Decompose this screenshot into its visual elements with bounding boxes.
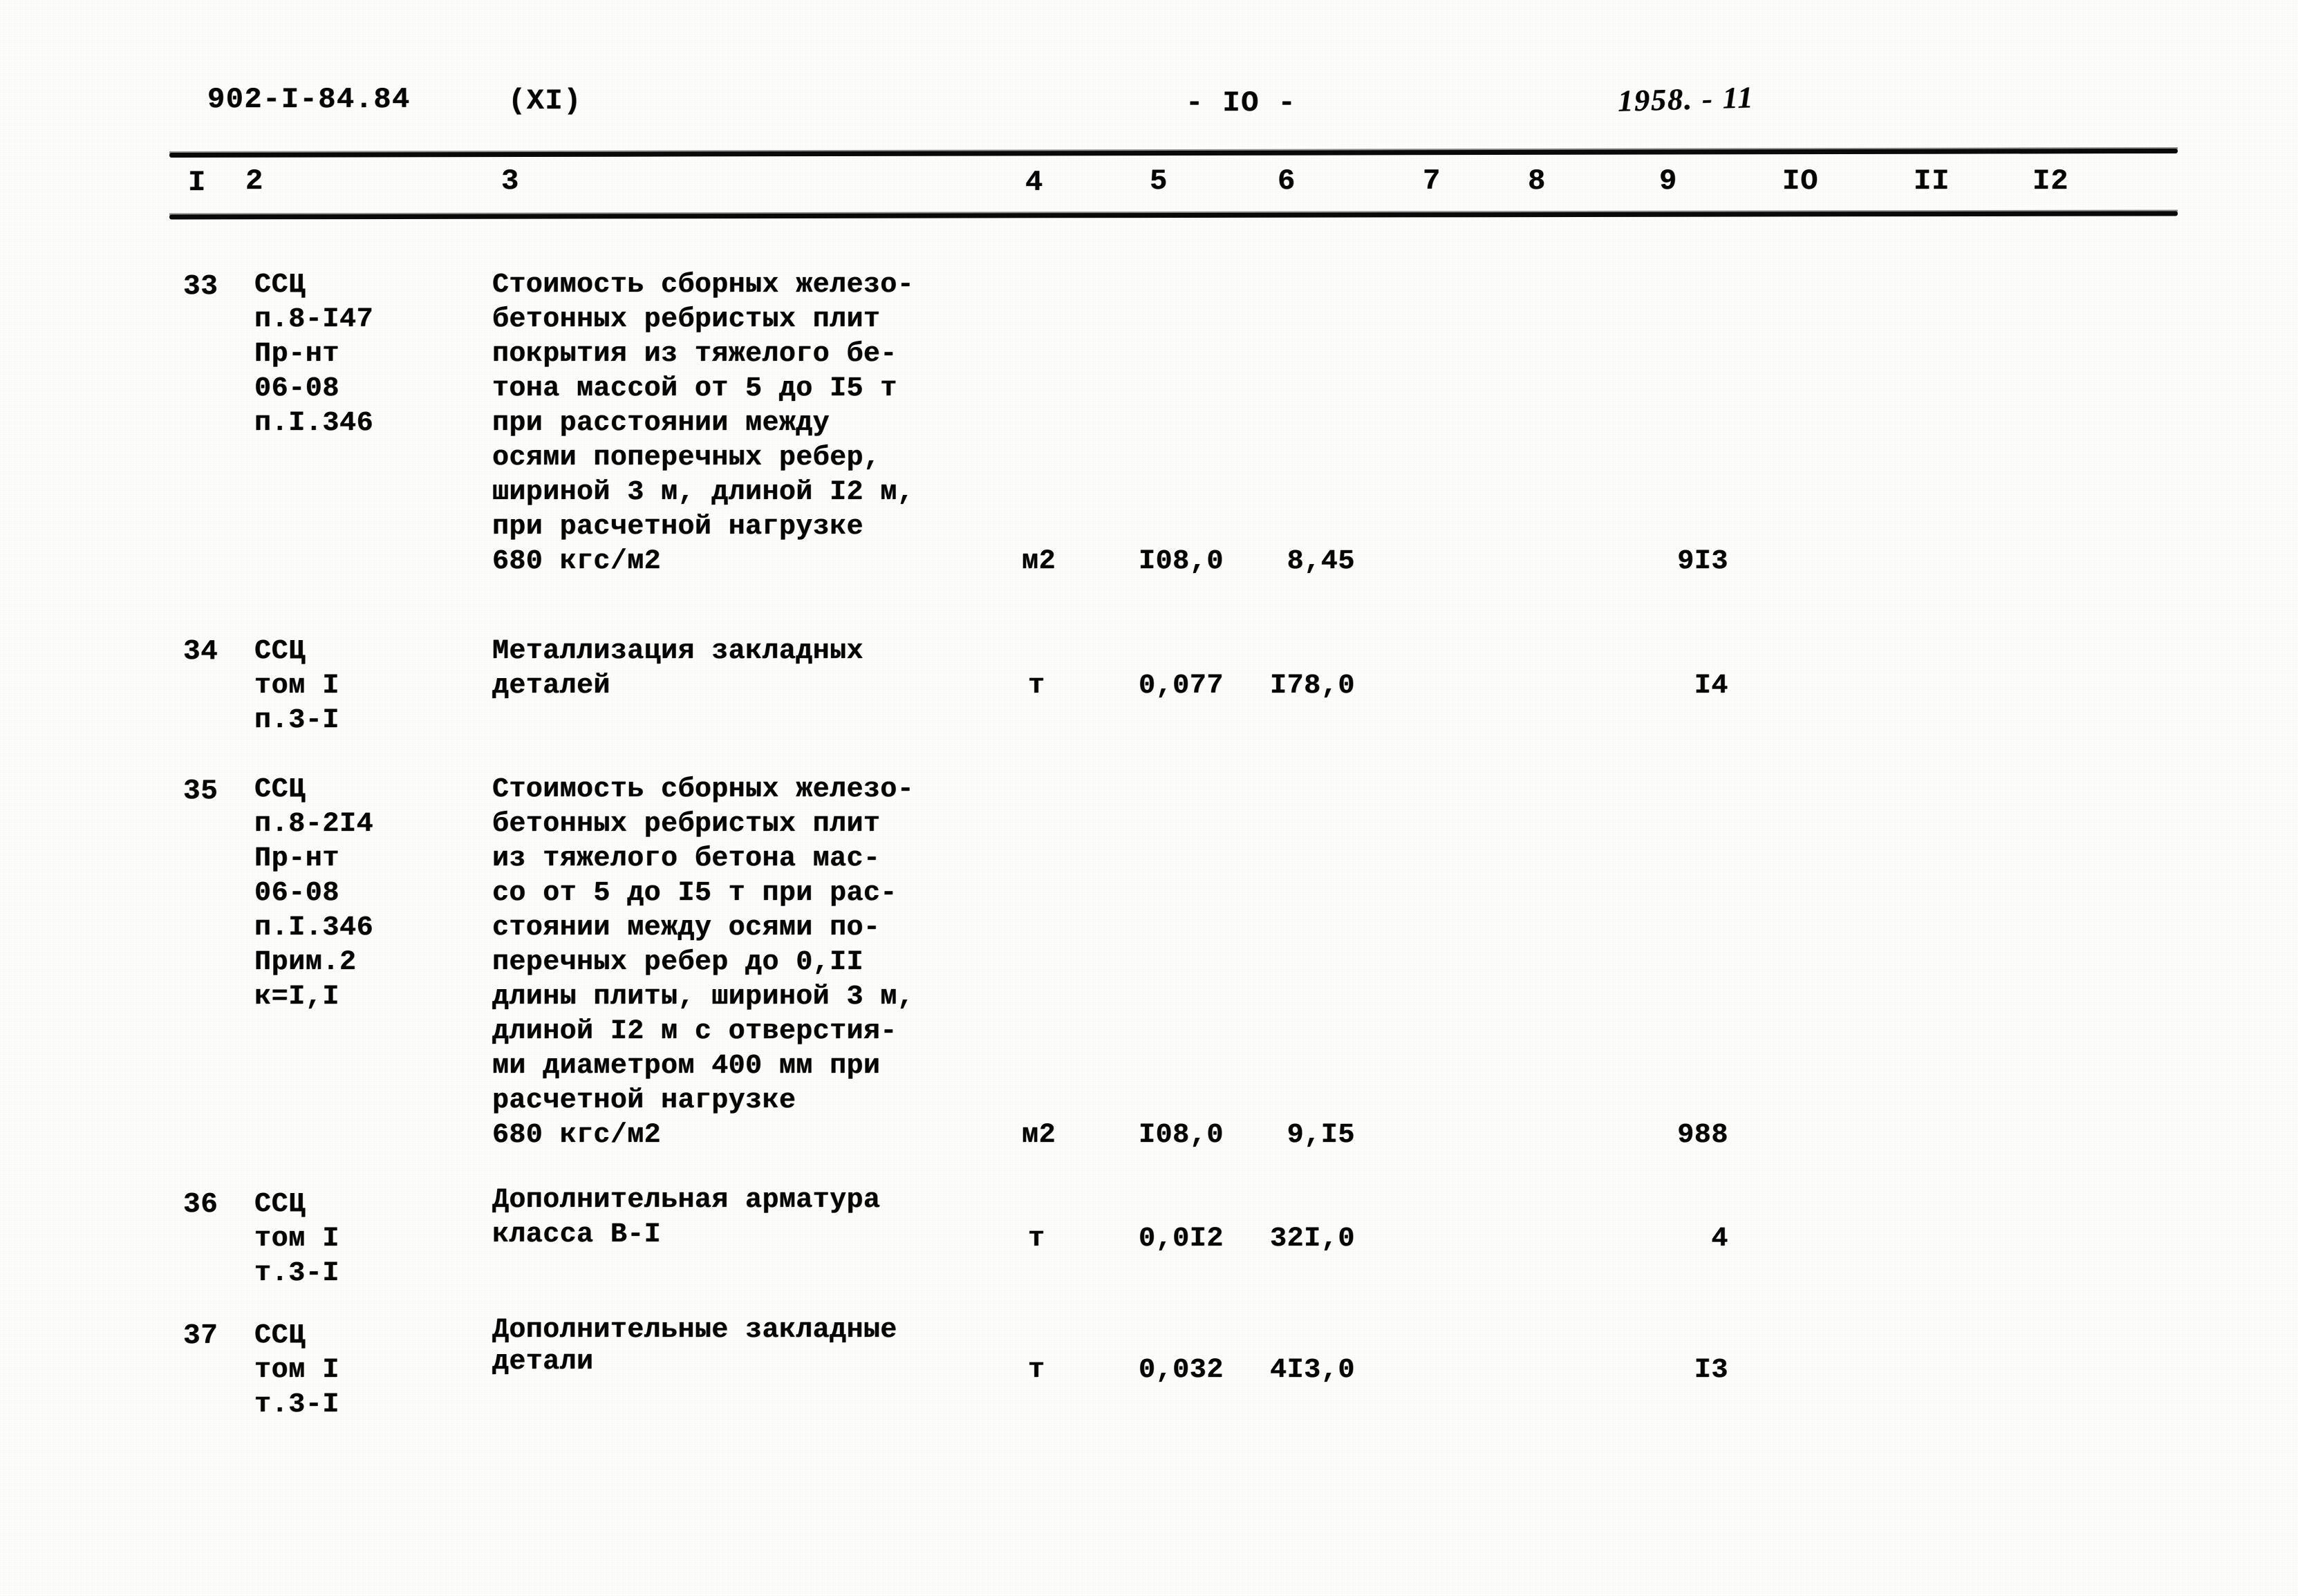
- table-top-rule: [169, 148, 2178, 158]
- row-description-line: тона массой от 5 до I5 т: [492, 373, 897, 404]
- row-description-line: деталей: [492, 670, 610, 702]
- row-description-line: длиной I2 м с отверстия-: [492, 1016, 897, 1047]
- col-header-4: 4: [1025, 166, 1044, 199]
- row-description-line: Металлизация закладных: [492, 636, 863, 667]
- page-number: - IO -: [1186, 86, 1297, 120]
- row-description-line: осями поперечных ребер,: [492, 442, 881, 473]
- col-header-9: 9: [1659, 165, 1678, 198]
- row-unit: м2: [1022, 546, 1056, 577]
- col-header-2: 2: [245, 165, 264, 198]
- row-description-line: расчетной нагрузке: [492, 1085, 796, 1116]
- row-col5-quantity: 0,0I2: [1138, 1223, 1224, 1255]
- col-header-11: II: [1914, 165, 1950, 198]
- row-col5-quantity: 0,077: [1138, 670, 1224, 702]
- row-reference: ССЦ: [254, 268, 306, 303]
- row-unit: т: [1028, 1223, 1045, 1255]
- handwritten-annotation: 1958. - 11: [1617, 80, 1755, 118]
- col-header-12: I2: [2033, 165, 2069, 198]
- row-description-line: при расчетной нагрузке: [492, 511, 863, 543]
- row-description-line: бетонных ребристых плит: [492, 304, 881, 335]
- row-description-line: Дополнительная арматура: [492, 1185, 881, 1216]
- volume-label: (XI): [508, 84, 582, 118]
- row-description-line: при расстоянии между: [492, 408, 830, 439]
- document-code: 902-I-84.84: [207, 83, 411, 116]
- row-reference-line: Пр-нт: [254, 339, 340, 370]
- row-description-line: детали: [492, 1346, 594, 1378]
- row-reference-line: 06-08: [254, 373, 340, 404]
- row-description-line: шириной 3 м, длиной I2 м,: [492, 477, 915, 508]
- scanned-document-page: 902-I-84.84 (XI) - IO - 1958. - 11 I 2 3…: [0, 0, 2298, 1596]
- row-reference-line: п.I.346: [254, 912, 374, 943]
- row-reference-line: 06-08: [254, 878, 340, 909]
- row-reference-line: ССЦ: [254, 1189, 306, 1220]
- col-header-6: 6: [1278, 165, 1296, 198]
- row-number: 33: [183, 271, 218, 303]
- row-reference-line: п.8-I47: [254, 304, 374, 335]
- row-col9-total: 988: [1677, 1120, 1728, 1151]
- row-description-line: Дополнительные закладные: [492, 1315, 897, 1346]
- row-description-line: перечных ребер до 0,II: [492, 947, 863, 978]
- row-number: 34: [183, 636, 218, 668]
- table-header-bottom-rule: [169, 211, 2178, 220]
- row-col6-unit-price: I78,0: [1269, 670, 1355, 702]
- row-col5-quantity: 0,032: [1138, 1355, 1224, 1386]
- row-reference-line: п.3-I: [254, 705, 340, 736]
- col-header-3: 3: [501, 165, 520, 198]
- row-reference-line: т.3-I: [254, 1258, 340, 1289]
- row-col9-total: I3: [1694, 1355, 1728, 1386]
- row-col9-total: I4: [1694, 670, 1728, 702]
- row-description-line: Стоимость сборных железо-: [492, 774, 915, 805]
- ref-line: ССЦ: [254, 270, 306, 301]
- row-reference-line: том I: [254, 670, 340, 702]
- row-col6-unit-price: 8,45: [1287, 546, 1355, 577]
- row-col9-total: 9I3: [1677, 546, 1728, 577]
- row-col6-unit-price: 4I3,0: [1269, 1355, 1355, 1386]
- col-header-10: IO: [1782, 165, 1819, 198]
- row-description-line: класса В-I: [492, 1219, 662, 1250]
- row-number: 37: [183, 1320, 218, 1352]
- row-col5-quantity: I08,0: [1138, 546, 1224, 577]
- row-reference-line: п.I.346: [254, 408, 374, 439]
- col-header-1: I: [188, 166, 207, 199]
- row-reference-line: т.3-I: [254, 1389, 340, 1420]
- row-reference-line: Пр-нт: [254, 843, 340, 874]
- col-header-5: 5: [1150, 165, 1168, 198]
- row-reference-line: ССЦ: [254, 1320, 306, 1351]
- row-description-line: стоянии между осями по-: [492, 912, 881, 943]
- row-description-line: со от 5 до I5 т при рас-: [492, 878, 897, 909]
- row-col6-unit-price: 9,I5: [1287, 1120, 1355, 1151]
- row-description-line: 680 кгс/м2: [492, 546, 662, 577]
- row-reference-line: том I: [254, 1223, 340, 1255]
- row-unit: м2: [1022, 1120, 1056, 1151]
- row-reference-line: п.8-2I4: [254, 809, 374, 840]
- row-unit: т: [1028, 1355, 1045, 1386]
- row-unit: т: [1028, 670, 1045, 702]
- row-number: 36: [183, 1189, 218, 1221]
- row-reference-line: Прим.2: [254, 947, 357, 978]
- row-number: 35: [183, 776, 218, 807]
- row-col5-quantity: I08,0: [1138, 1120, 1224, 1151]
- row-description-line: 680 кгс/м2: [492, 1120, 662, 1151]
- row-description-line: длины плиты, шириной 3 м,: [492, 982, 915, 1013]
- row-reference-line: ССЦ: [254, 636, 306, 667]
- row-reference-line: ССЦ: [254, 774, 306, 805]
- row-description-line: бетонных ребристых плит: [492, 809, 881, 840]
- row-description-line: Стоимость сборных железо-: [492, 270, 915, 301]
- row-description-line: из тяжелого бетона мас-: [492, 843, 881, 874]
- row-description-line: покрытия из тяжелого бе-: [492, 339, 897, 370]
- row-col9-total: 4: [1711, 1223, 1728, 1255]
- col-header-8: 8: [1528, 165, 1547, 198]
- row-reference-line: том I: [254, 1355, 340, 1386]
- row-description-line: ми диаметром 400 мм при: [492, 1051, 881, 1082]
- row-reference-line: к=I,I: [254, 982, 340, 1013]
- row-col6-unit-price: 32I,0: [1269, 1223, 1355, 1255]
- col-header-7: 7: [1423, 165, 1441, 198]
